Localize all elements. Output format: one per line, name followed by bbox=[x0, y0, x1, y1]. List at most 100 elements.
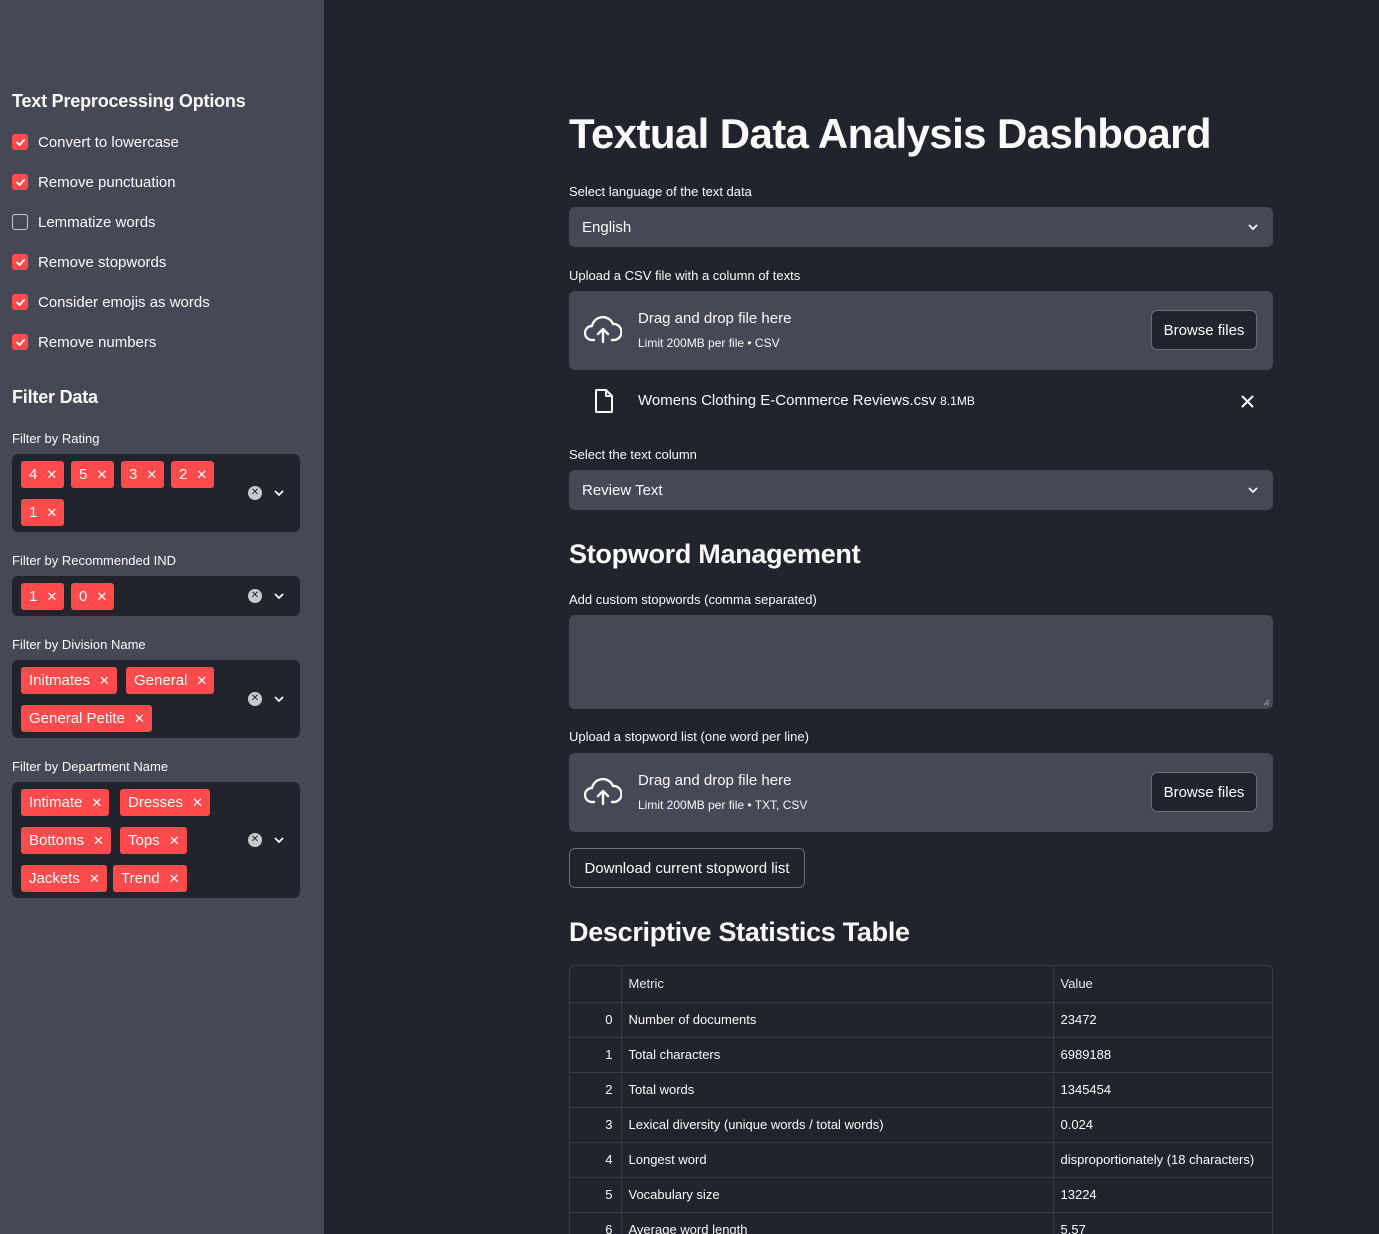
table-cell: Total characters bbox=[621, 1037, 1054, 1073]
chip-label: Tops bbox=[128, 832, 160, 849]
page-title: Textual Data Analysis Dashboard bbox=[569, 110, 1212, 157]
chip[interactable]: 1 ✕ bbox=[21, 583, 65, 610]
csv-dropzone[interactable]: Drag and drop file here Limit 200MB per … bbox=[569, 291, 1273, 370]
chevron-down-icon[interactable] bbox=[273, 693, 285, 705]
resize-grip-icon[interactable] bbox=[1262, 698, 1270, 706]
chip[interactable]: 2 ✕ bbox=[171, 461, 215, 488]
download-stopwords-button[interactable]: Download current stopword list bbox=[569, 848, 805, 888]
option-checkbox[interactable]: Remove stopwords bbox=[12, 252, 166, 272]
chip[interactable]: Initmates ✕ bbox=[21, 667, 117, 694]
close-icon[interactable]: ✕ bbox=[169, 872, 180, 885]
chip[interactable]: General ✕ bbox=[126, 667, 215, 694]
option-checkbox[interactable]: Lemmatize words bbox=[12, 212, 156, 232]
chip-label: General bbox=[134, 672, 188, 689]
chip[interactable]: Bottoms ✕ bbox=[21, 827, 111, 854]
custom-stopwords-input[interactable] bbox=[569, 615, 1273, 709]
checkbox-checked-icon[interactable] bbox=[12, 174, 28, 190]
checkbox-checked-icon[interactable] bbox=[12, 334, 28, 350]
dropzone-limit: Limit 200MB per file • TXT, CSV bbox=[638, 798, 808, 812]
chip[interactable]: Tops ✕ bbox=[120, 827, 187, 854]
chevron-down-icon bbox=[1248, 224, 1258, 231]
table-row: 3 Lexical diversity (unique words / total… bbox=[570, 1107, 1272, 1143]
language-select[interactable]: English bbox=[569, 207, 1273, 247]
chip[interactable]: Dresses ✕ bbox=[120, 789, 210, 816]
filter-division-multiselect[interactable]: Initmates ✕ General ✕ General Petite ✕ ✕ bbox=[12, 660, 300, 738]
clear-all-icon[interactable]: ✕ bbox=[248, 833, 262, 847]
chip[interactable]: 3 ✕ bbox=[121, 461, 165, 488]
close-icon[interactable]: ✕ bbox=[46, 506, 57, 519]
checkbox-unchecked-icon[interactable] bbox=[12, 214, 28, 230]
table-cell: Average word length bbox=[621, 1212, 1054, 1234]
chip[interactable]: Trend ✕ bbox=[113, 865, 187, 892]
chip[interactable]: Jackets ✕ bbox=[21, 865, 107, 892]
chip[interactable]: General Petite ✕ bbox=[21, 705, 152, 732]
close-icon[interactable]: ✕ bbox=[46, 590, 57, 603]
close-icon[interactable]: ✕ bbox=[96, 590, 107, 603]
chip-label: 0 bbox=[79, 588, 88, 605]
clear-all-icon[interactable]: ✕ bbox=[248, 486, 262, 500]
sidebar: Text Preprocessing Options Convert to lo… bbox=[0, 0, 324, 1234]
row-index: 2 bbox=[570, 1072, 622, 1108]
close-icon[interactable]: ✕ bbox=[146, 468, 157, 481]
language-label: Select language of the text data bbox=[569, 184, 752, 199]
main-content: Textual Data Analysis Dashboard Select l… bbox=[324, 0, 1379, 1234]
filter-department-multiselect[interactable]: Intimate ✕ Dresses ✕ Bottoms ✕ Tops ✕ Jacket… bbox=[12, 782, 300, 898]
uploaded-file: Womens Clothing E-Commerce Reviews.csv 8.… bbox=[569, 380, 1273, 422]
close-icon[interactable]: ✕ bbox=[134, 712, 145, 725]
custom-stopwords-label: Add custom stopwords (comma separated) bbox=[569, 592, 817, 607]
chip-label: 4 bbox=[29, 466, 38, 483]
close-icon[interactable]: ✕ bbox=[169, 834, 180, 847]
clear-all-icon[interactable]: ✕ bbox=[248, 692, 262, 706]
chip-label: 5 bbox=[79, 466, 88, 483]
close-icon[interactable]: ✕ bbox=[46, 468, 57, 481]
chip[interactable]: 4 ✕ bbox=[21, 461, 65, 488]
chevron-down-icon[interactable] bbox=[273, 834, 285, 846]
option-label: Lemmatize words bbox=[38, 213, 156, 231]
chip[interactable]: 5 ✕ bbox=[71, 461, 115, 488]
option-checkbox[interactable]: Remove punctuation bbox=[12, 172, 176, 192]
close-icon[interactable]: ✕ bbox=[192, 796, 203, 809]
checkbox-checked-icon[interactable] bbox=[12, 254, 28, 270]
close-icon[interactable]: ✕ bbox=[93, 834, 104, 847]
table-row: 1 Total characters 6989188 bbox=[570, 1037, 1272, 1073]
stopword-dropzone[interactable]: Drag and drop file here Limit 200MB per … bbox=[569, 753, 1273, 832]
filter-heading: Filter Data bbox=[12, 387, 98, 407]
close-icon[interactable]: ✕ bbox=[96, 468, 107, 481]
option-label: Remove stopwords bbox=[38, 253, 167, 271]
checkbox-checked-icon[interactable] bbox=[12, 294, 28, 310]
close-icon[interactable] bbox=[1241, 395, 1254, 408]
chip[interactable]: Intimate ✕ bbox=[21, 789, 110, 816]
table-cell: 1345454 bbox=[1053, 1072, 1272, 1108]
close-icon[interactable]: ✕ bbox=[91, 796, 102, 809]
column-header[interactable]: Value bbox=[1053, 966, 1272, 1003]
clear-all-icon[interactable]: ✕ bbox=[248, 589, 262, 603]
table-cell: 0.024 bbox=[1053, 1107, 1272, 1143]
option-checkbox[interactable]: Consider emojis as words bbox=[12, 292, 210, 312]
filter-recommended-multiselect[interactable]: 1 ✕ 0 ✕ ✕ bbox=[12, 576, 300, 616]
filter-rating-multiselect[interactable]: 4 ✕ 5 ✕ 3 ✕ 2 ✕ 1 ✕ ✕ bbox=[12, 454, 300, 532]
checkbox-checked-icon[interactable] bbox=[12, 134, 28, 150]
stopword-heading: Stopword Management bbox=[569, 539, 861, 569]
option-checkbox[interactable]: Convert to lowercase bbox=[12, 132, 179, 152]
close-icon[interactable]: ✕ bbox=[99, 674, 110, 687]
chip[interactable]: 1 ✕ bbox=[21, 499, 65, 526]
column-header[interactable] bbox=[570, 966, 622, 1003]
chevron-down-icon[interactable] bbox=[273, 590, 285, 602]
chip-label: 2 bbox=[179, 466, 188, 483]
table-row: 4 Longest word disproportionately (18 char… bbox=[570, 1142, 1272, 1178]
chevron-down-icon[interactable] bbox=[273, 487, 285, 499]
close-icon[interactable]: ✕ bbox=[89, 872, 100, 885]
close-icon[interactable]: ✕ bbox=[196, 674, 207, 687]
option-checkbox[interactable]: Remove numbers bbox=[12, 332, 156, 352]
chevron-down-icon bbox=[1248, 487, 1258, 494]
stopword-list-label: Upload a stopword list (one word per lin… bbox=[569, 729, 809, 744]
text-column-select[interactable]: Review Text bbox=[569, 470, 1273, 510]
close-icon[interactable]: ✕ bbox=[196, 468, 207, 481]
browse-files-button[interactable]: Browse files bbox=[1151, 772, 1257, 812]
option-label: Remove numbers bbox=[38, 333, 157, 351]
chip-label: Dresses bbox=[128, 794, 184, 811]
chip[interactable]: 0 ✕ bbox=[71, 583, 115, 610]
column-header[interactable]: Metric bbox=[621, 966, 1054, 1003]
table-header-row: Metric Value bbox=[570, 966, 1272, 1003]
browse-files-button[interactable]: Browse files bbox=[1151, 310, 1257, 350]
